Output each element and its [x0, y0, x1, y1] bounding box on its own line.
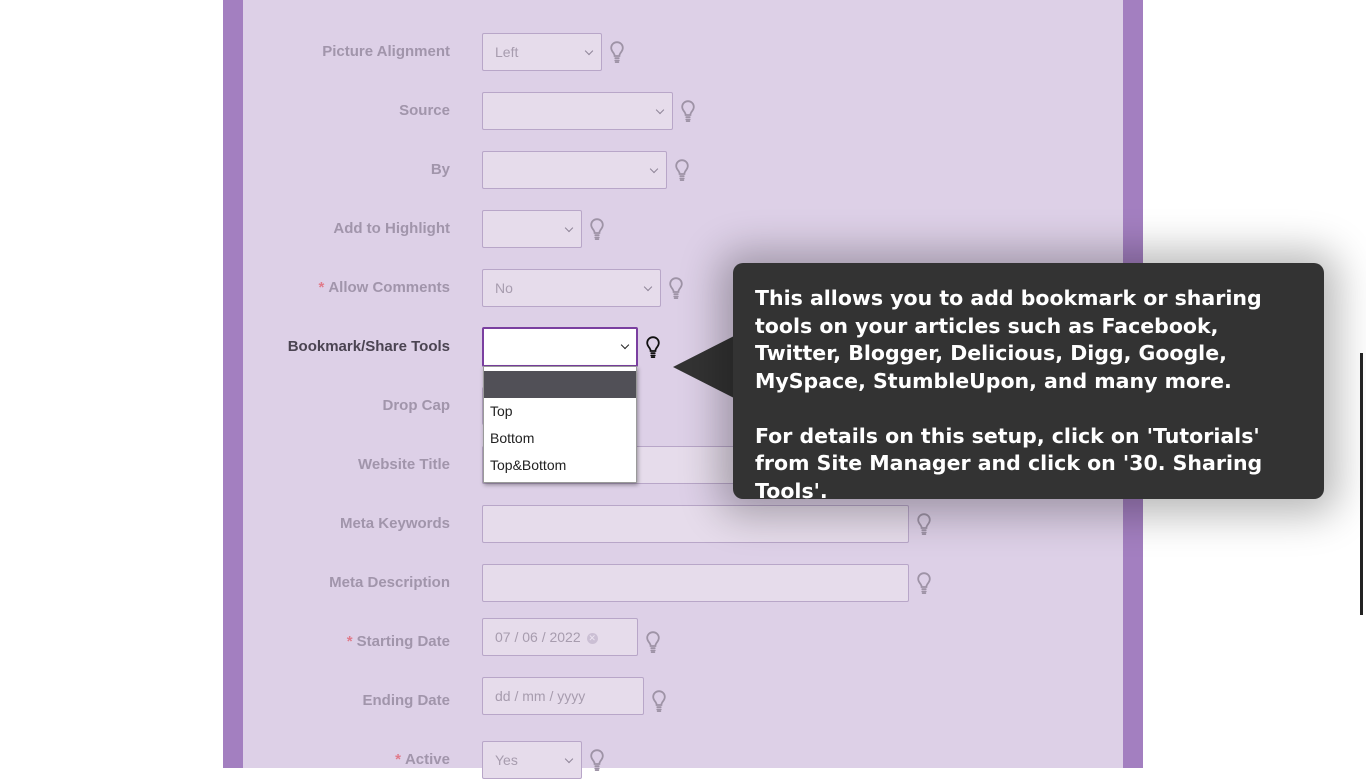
tooltip-arrow — [673, 336, 734, 398]
field-label: Picture Alignment — [322, 43, 450, 60]
starting-date-input[interactable]: 07 / 06 / 2022 ✕ — [482, 618, 638, 656]
date-value: 07 / 06 / 2022 — [495, 629, 581, 645]
lightbulb-icon[interactable] — [917, 572, 931, 594]
field-label: * Active — [395, 751, 450, 768]
field-row-by: By — [243, 150, 1123, 190]
field-label: By — [430, 161, 450, 178]
field-row-ending-date: Ending Date dd / mm / yyyy — [243, 677, 1123, 721]
field-row-active: * Active Yes — [243, 740, 1123, 780]
lightbulb-icon[interactable] — [646, 336, 660, 358]
field-label: Meta Description — [329, 574, 450, 591]
field-label: Add to Highlight — [333, 220, 450, 237]
tooltip-paragraph: For details on this setup, click on 'Tut… — [755, 423, 1263, 503]
field-row-meta-description: Meta Description — [243, 563, 1123, 603]
scrollbar-thumb[interactable] — [1360, 353, 1363, 615]
field-row-starting-date: * Starting Date 07 / 06 / 2022 ✕ — [243, 618, 1123, 662]
meta-description-input[interactable] — [482, 564, 909, 602]
lightbulb-icon[interactable] — [917, 513, 931, 535]
field-row-meta-keywords: Meta Keywords — [243, 504, 1123, 544]
field-label: Website Title — [358, 456, 450, 473]
lightbulb-icon[interactable] — [610, 41, 624, 63]
lightbulb-icon[interactable] — [675, 159, 689, 181]
field-label: Source — [399, 102, 450, 119]
add-to-highlight-select[interactable] — [482, 210, 582, 248]
source-select[interactable] — [482, 92, 673, 130]
bookmark-share-tools-dropdown: Top Bottom Top&Bottom — [483, 366, 637, 483]
lightbulb-icon[interactable] — [681, 100, 695, 122]
dropdown-option-blank[interactable] — [484, 371, 636, 398]
field-label: Drop Cap — [382, 397, 451, 414]
dropdown-option-top-and-bottom[interactable]: Top&Bottom — [484, 452, 636, 479]
field-label: * Starting Date — [346, 633, 450, 650]
picture-alignment-select[interactable]: Left — [482, 33, 602, 71]
lightbulb-icon[interactable] — [646, 631, 660, 653]
field-row-source: Source — [243, 91, 1123, 131]
required-marker: * — [395, 751, 401, 768]
by-select[interactable] — [482, 151, 667, 189]
tooltip-paragraph: This allows you to add bookmark or shari… — [755, 286, 1262, 393]
required-marker: * — [346, 633, 353, 650]
meta-keywords-input[interactable] — [482, 505, 909, 543]
field-row-picture-alignment: Picture Alignment Left — [243, 32, 1123, 72]
lightbulb-icon[interactable] — [652, 690, 666, 712]
field-label: Bookmark/Share Tools — [287, 338, 450, 355]
field-label: Ending Date — [362, 692, 450, 709]
dropdown-option-top[interactable]: Top — [484, 398, 636, 425]
allow-comments-select[interactable]: No — [482, 269, 661, 307]
clear-date-icon[interactable]: ✕ — [586, 633, 598, 644]
ending-date-input[interactable]: dd / mm / yyyy — [482, 677, 644, 715]
bookmark-share-tools-select[interactable] — [482, 327, 638, 367]
help-tooltip: This allows you to add bookmark or shari… — [733, 263, 1324, 503]
field-label: Meta Keywords — [339, 515, 450, 532]
required-marker: * — [318, 279, 325, 296]
lightbulb-icon[interactable] — [669, 277, 683, 299]
dropdown-option-bottom[interactable]: Bottom — [484, 425, 636, 452]
field-label: * Allow Comments — [318, 279, 450, 296]
field-row-add-to-highlight: Add to Highlight — [243, 209, 1123, 249]
active-select[interactable]: Yes — [482, 741, 582, 779]
lightbulb-icon[interactable] — [590, 218, 604, 240]
